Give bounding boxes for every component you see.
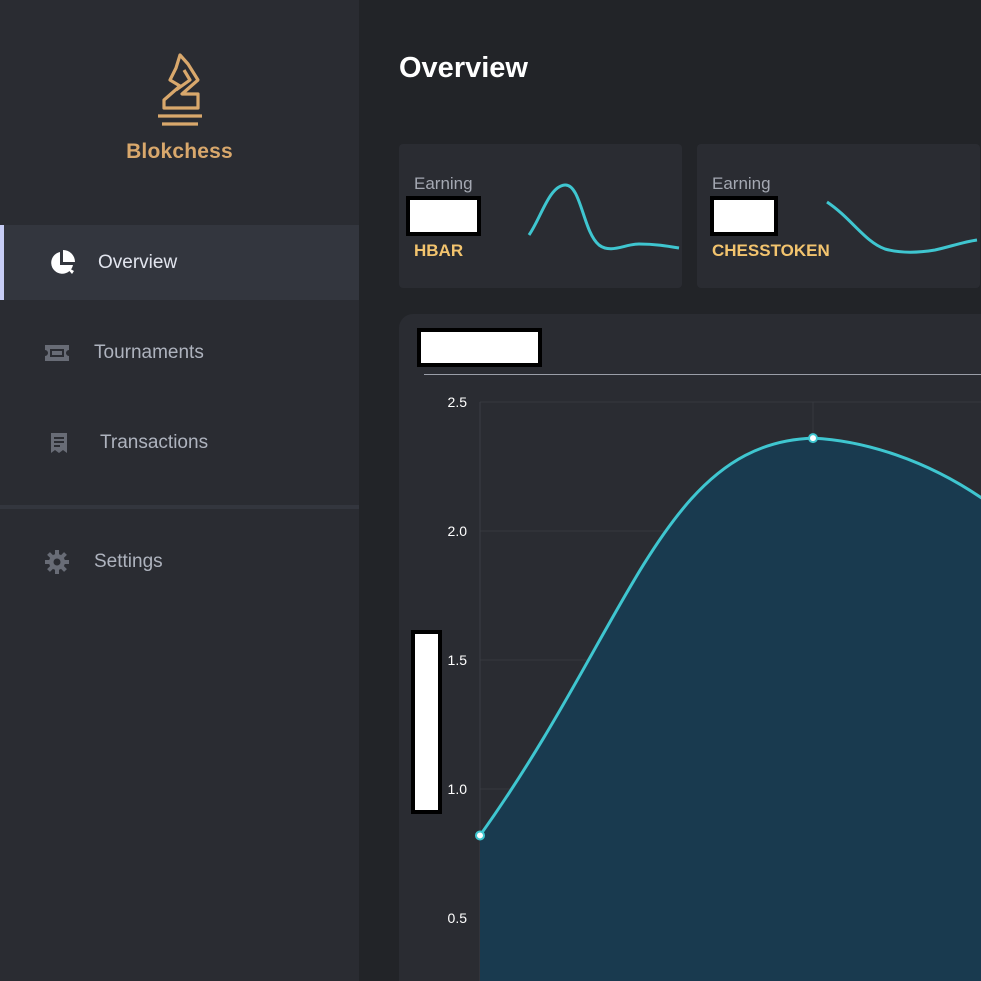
- ticket-icon: [44, 344, 70, 362]
- sidebar-item-overview[interactable]: Overview: [0, 225, 359, 300]
- card-label: Earning: [414, 174, 473, 193]
- y-tick-label: 2.5: [448, 394, 468, 410]
- sidebar-item-label: Settings: [94, 550, 163, 572]
- main-content: Overview Earning HBAR Earning CHESSTOKEN…: [359, 0, 981, 981]
- receipt-icon: [50, 432, 68, 454]
- earning-card-chesstoken[interactable]: Earning CHESSTOKEN: [697, 144, 980, 288]
- earning-card-hbar[interactable]: Earning HBAR: [399, 144, 682, 288]
- knight-icon: [157, 53, 202, 126]
- sparkline: [527, 183, 680, 251]
- chart-panel: 2.5 2.0 1.5 1.0 0.5: [399, 314, 981, 981]
- area-chart: 2.5 2.0 1.5 1.0 0.5: [448, 394, 981, 981]
- sidebar-item-label: Tournaments: [94, 341, 204, 363]
- sidebar-divider: [0, 505, 359, 509]
- page-title: Overview: [399, 52, 528, 84]
- sidebar-item-settings[interactable]: Settings: [0, 524, 359, 599]
- sidebar-item-label: Overview: [98, 251, 178, 273]
- y-tick-label: 0.5: [448, 910, 468, 926]
- sidebar-item-tournaments[interactable]: Tournaments: [0, 315, 359, 390]
- y-tick-label: 1.5: [448, 652, 468, 668]
- gear-icon: [44, 549, 70, 575]
- redacted-value: [710, 196, 778, 236]
- data-point: [808, 433, 818, 444]
- sidebar-item-label: Transactions: [100, 431, 209, 453]
- sidebar: Blokchess Overview Tournaments Transacti…: [0, 0, 359, 981]
- data-point: [475, 830, 485, 841]
- pie-chart-icon: [48, 249, 76, 277]
- y-tick-label: 2.0: [448, 523, 468, 539]
- card-symbol: CHESSTOKEN: [712, 241, 830, 260]
- redacted-value: [406, 196, 481, 236]
- sidebar-item-transactions[interactable]: Transactions: [0, 405, 359, 480]
- card-label: Earning: [712, 174, 771, 193]
- series-area: [480, 438, 981, 981]
- card-symbol: HBAR: [414, 241, 464, 260]
- brand-name: Blokchess: [126, 140, 233, 163]
- sparkline: [826, 200, 978, 254]
- brand-logo[interactable]: Blokchess: [0, 50, 359, 164]
- y-tick-label: 1.0: [448, 781, 468, 797]
